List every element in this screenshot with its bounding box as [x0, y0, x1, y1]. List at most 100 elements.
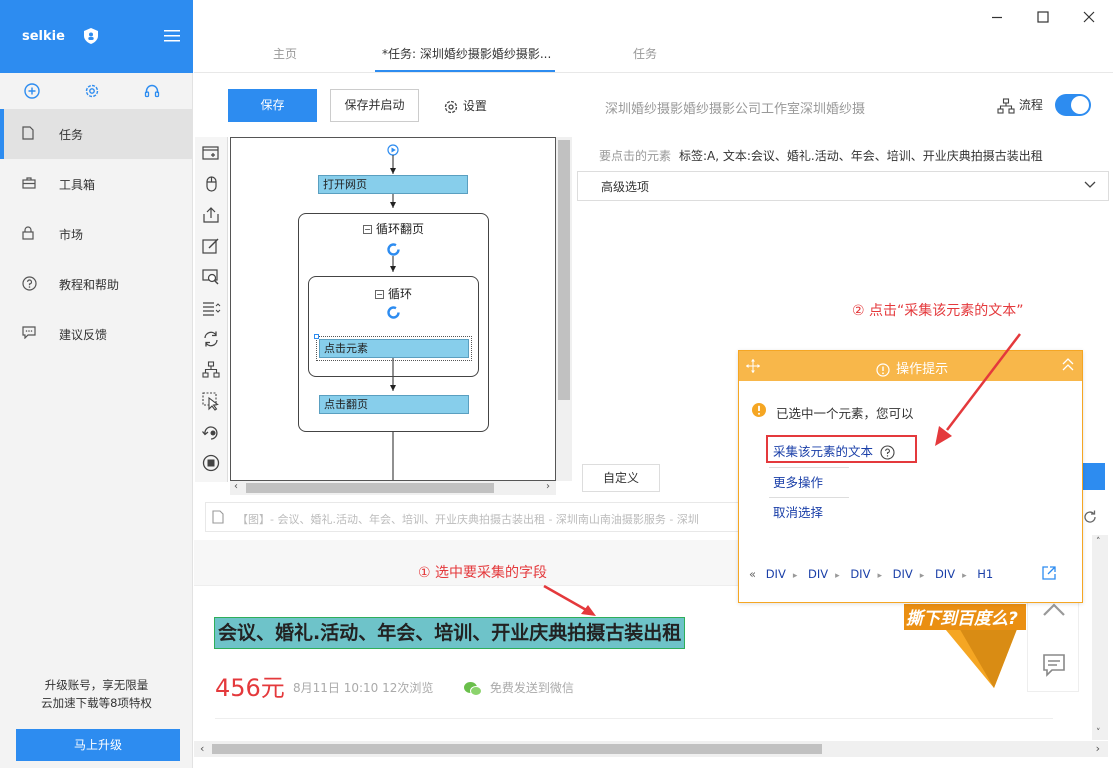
browser-horizontal-scroll-thumb[interactable] [212, 744, 822, 754]
help-circle-icon [22, 276, 37, 291]
custom-button[interactable]: 自定义 [582, 464, 660, 492]
breadcrumb-separator-icon: ▸ [792, 571, 798, 581]
click-tool-icon[interactable] [201, 174, 221, 194]
close-icon[interactable] [1082, 10, 1096, 24]
breadcrumb-item[interactable]: DIV [808, 567, 828, 581]
shield-icon[interactable] [84, 28, 98, 44]
ad-banner-image[interactable]: 撕下到百度么? [898, 596, 1028, 690]
minimize-icon[interactable] [990, 10, 1004, 24]
browser-vertical-scrollbar[interactable]: ˄ ˅ [1092, 535, 1108, 740]
headset-icon[interactable] [144, 83, 160, 99]
step1-annotation: ① 选中要采集的字段 [418, 565, 548, 581]
collect-element-text-action[interactable]: 采集该元素的文本 [773, 441, 895, 460]
tab-divider [194, 72, 1113, 73]
hamburger-menu-icon[interactable] [164, 30, 180, 42]
warning-icon [751, 402, 767, 418]
double-chevron-left-icon[interactable]: « [749, 567, 756, 581]
breadcrumb-item[interactable]: DIV [893, 567, 913, 581]
element-path-breadcrumb: « DIV ▸ DIV ▸ DIV ▸ DIV ▸ DIV ▸ H1 [749, 567, 993, 581]
cancel-selection-action[interactable]: 取消选择 [773, 502, 823, 521]
brand-name: selkie [22, 29, 65, 44]
scroll-down-icon[interactable]: ˅ [1096, 728, 1101, 738]
settings-label: 设置 [462, 99, 487, 113]
sidebar-item-market[interactable]: 市场 [0, 209, 192, 259]
scroll-left-icon[interactable]: ‹ [234, 481, 238, 492]
move-icon[interactable] [745, 358, 761, 374]
selected-headline[interactable]: 会议、婚礼.活动、年会、培训、开业庆典拍摄古装出租 [214, 617, 686, 649]
external-link-icon[interactable] [1041, 565, 1057, 581]
flow-node-open-page[interactable]: 打开网页 [318, 175, 468, 194]
annotation-arrow-1 [543, 584, 596, 616]
flow-node-click-next-page[interactable]: 点击翻页 [319, 395, 469, 414]
upgrade-button[interactable]: 马上升级 [16, 729, 180, 761]
loop-tool-icon[interactable] [201, 329, 221, 349]
breadcrumb-item[interactable]: DIV [935, 567, 955, 581]
tab-current-task[interactable]: *任务: 深圳婚纱摄影婚纱摄影... [382, 45, 551, 62]
tab-home[interactable]: 主页 [273, 45, 297, 62]
scroll-left-icon[interactable]: ‹ [200, 742, 204, 755]
flow-canvas[interactable]: 打开网页 − 循环翻页 − 循环 点击元素 点击翻页 [230, 137, 556, 481]
loop-refresh-icon [387, 243, 400, 256]
refresh-icon[interactable] [1082, 509, 1098, 525]
breadcrumb-separator-icon: ▸ [962, 571, 967, 581]
hover-tool-icon[interactable] [201, 391, 221, 411]
branch-tool-icon[interactable] [201, 360, 221, 380]
breadcrumb-item[interactable]: DIV [850, 567, 870, 581]
sidebar-item-label: 教程和帮助 [59, 278, 120, 292]
flow-toggle[interactable] [1055, 94, 1091, 116]
tab-task[interactable]: 任务 [633, 45, 657, 62]
stop-tool-icon[interactable] [201, 453, 221, 473]
breadcrumb-item[interactable]: DIV [766, 567, 786, 581]
breadcrumb-separator-icon: ▸ [877, 571, 882, 581]
switch-frame-tool-icon[interactable] [201, 422, 221, 442]
ad-banner-text: 撕下到百度么? [906, 609, 1018, 629]
save-and-run-button[interactable]: 保存并启动 [330, 89, 419, 122]
collapse-icon[interactable]: − [362, 225, 372, 234]
flow-node-click-element[interactable]: 点击元素 [319, 339, 469, 358]
collapse-up-icon[interactable] [1062, 358, 1074, 372]
comment-icon[interactable] [1042, 653, 1066, 677]
target-element-value: 标签:A, 文本:会议、婚礼.活动、年会、培训、开业庆典拍摄古装出租 [679, 149, 1043, 163]
flow-loop[interactable]: − 循环 点击元素 [308, 276, 479, 377]
flow-loop-label: 循环 [387, 287, 412, 301]
sidebar-item-tasks[interactable]: 任务 [0, 109, 192, 159]
loop-refresh-icon [387, 306, 400, 319]
save-button[interactable]: 保存 [228, 89, 317, 122]
file-icon [22, 126, 34, 140]
breadcrumb-separator-icon: ▸ [919, 571, 925, 581]
toolbox-icon [22, 176, 36, 189]
extract-tool-icon[interactable] [201, 205, 221, 225]
open-page-tool-icon[interactable] [201, 143, 221, 163]
dropdown-tool-icon[interactable] [201, 298, 221, 318]
gear-icon[interactable] [84, 83, 100, 99]
chevron-down-icon[interactable] [1084, 181, 1096, 189]
page-doc-icon [212, 510, 224, 524]
scroll-up-icon[interactable]: ˄ [1096, 537, 1101, 547]
maximize-icon[interactable] [1036, 10, 1050, 24]
sidebar-item-feedback[interactable]: 建议反馈 [0, 309, 192, 359]
add-circle-icon[interactable] [24, 83, 40, 99]
flow-loop-title: − 循环 [309, 285, 478, 302]
confirm-button-edge[interactable] [1081, 463, 1105, 490]
canvas-vertical-scroll-thumb[interactable] [558, 140, 570, 400]
captcha-tool-icon[interactable] [201, 267, 221, 287]
canvas-horizontal-scroll-thumb[interactable] [246, 483, 494, 493]
sidebar-item-help[interactable]: 教程和帮助 [0, 259, 192, 309]
flow-label: 流程 [997, 96, 1043, 114]
settings-gear-icon [443, 99, 459, 115]
input-text-tool-icon[interactable] [201, 236, 221, 256]
browser-address-text: 【图】- 会议、婚礼.活动、年会、培训、开业庆典拍摄古装出租 - 深圳南山南油摄… [237, 513, 699, 526]
flow-loop-paging[interactable]: − 循环翻页 − 循环 点击元素 点击翻页 [298, 213, 489, 432]
send-to-wechat-link[interactable]: 免费发送到微信 [463, 679, 574, 697]
settings-button[interactable]: 设置 [443, 97, 487, 115]
more-actions-action[interactable]: 更多操作 [773, 472, 823, 491]
collapse-icon[interactable]: − [374, 290, 384, 299]
scroll-right-icon[interactable]: › [546, 481, 550, 492]
breadcrumb-item[interactable]: H1 [977, 567, 993, 581]
advanced-options-row[interactable] [577, 171, 1109, 201]
back-to-top-icon[interactable] [1042, 601, 1066, 617]
feedback-icon [22, 326, 36, 339]
sidebar-item-toolbox[interactable]: 工具箱 [0, 159, 192, 209]
scroll-right-icon[interactable]: › [1096, 742, 1100, 755]
question-circle-icon[interactable] [880, 445, 895, 460]
